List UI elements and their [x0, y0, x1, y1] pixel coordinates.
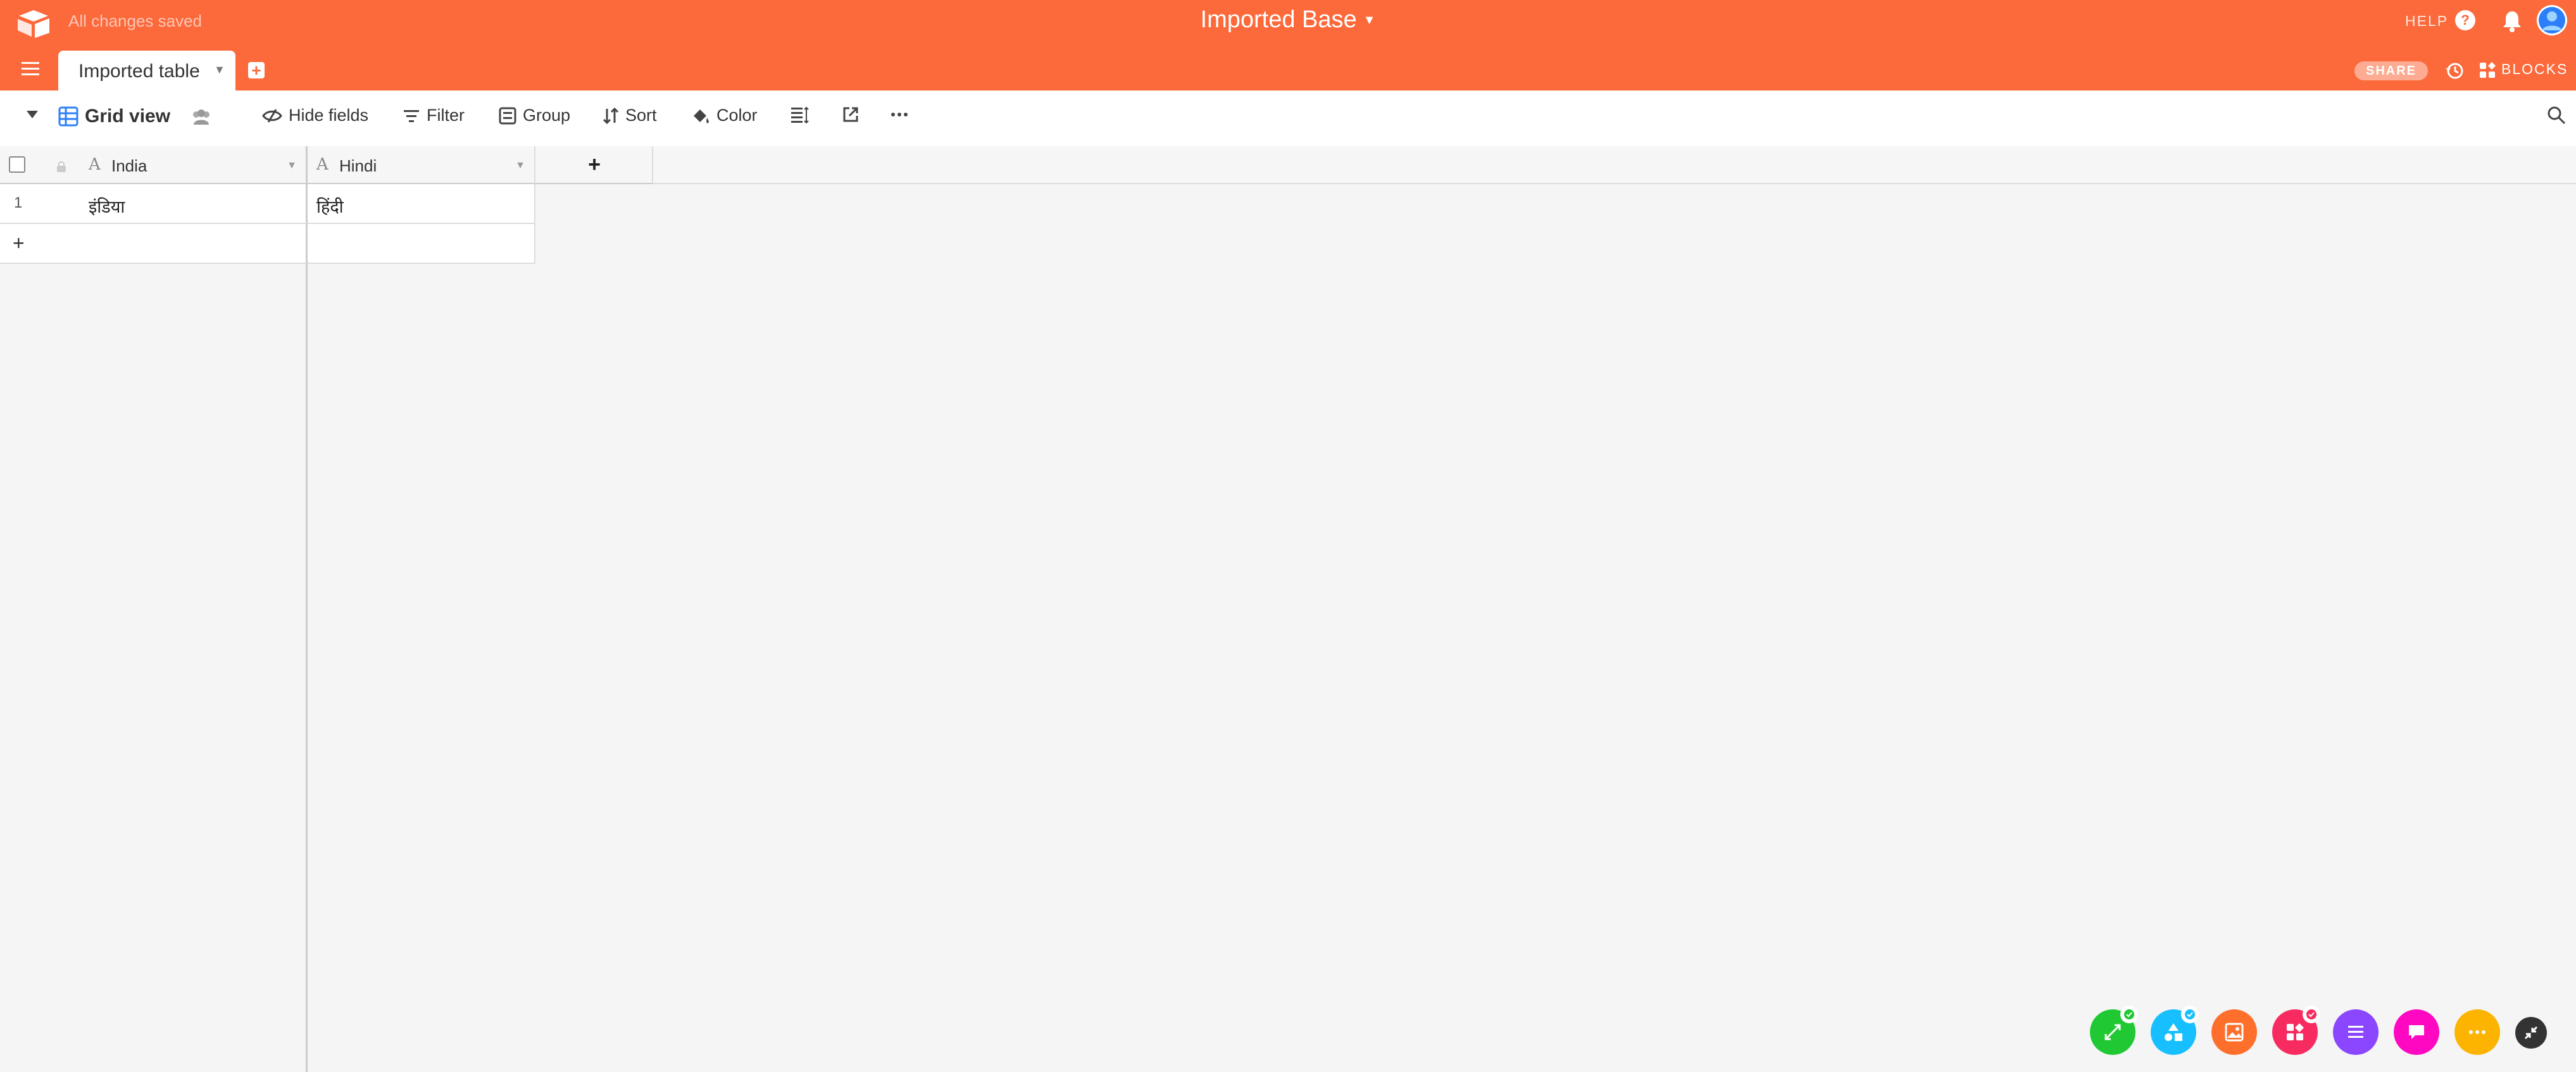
- share-button[interactable]: SHARE: [2354, 61, 2428, 80]
- check-badge-icon: [2303, 1006, 2320, 1023]
- header-filler: [653, 146, 2576, 184]
- add-row-cell[interactable]: [308, 224, 535, 264]
- chat-bubble-icon: [2409, 1025, 2424, 1039]
- list-icon: [2348, 1026, 2363, 1038]
- text-field-icon: A: [89, 155, 101, 174]
- hide-fields-label: Hide fields: [289, 106, 369, 125]
- check-badge-icon: [2120, 1006, 2138, 1023]
- filter-button[interactable]: Filter: [403, 106, 465, 125]
- cell-hindi[interactable]: हिंदी: [316, 194, 344, 218]
- color-label: Color: [716, 106, 758, 125]
- view-toolbar: Grid view Hide fields Filter Group Sort: [0, 90, 2576, 147]
- views-sidebar-toggle[interactable]: [25, 109, 39, 120]
- people-icon: [193, 109, 209, 125]
- apps-icon: [2287, 1023, 2304, 1040]
- column-header-hindi[interactable]: A Hindi ▼: [308, 146, 535, 184]
- block-list-button[interactable]: [2333, 1009, 2379, 1055]
- blocks-button[interactable]: BLOCKS: [2479, 61, 2568, 79]
- eye-slash-icon: [262, 108, 282, 123]
- airtable-logo-icon[interactable]: [16, 9, 51, 38]
- ellipsis-icon: [891, 113, 908, 116]
- grid-view-icon: [58, 106, 78, 127]
- row-number: 1: [14, 194, 23, 211]
- chevron-down-icon[interactable]: ▼: [515, 160, 525, 171]
- block-apps-button[interactable]: [2272, 1006, 2320, 1055]
- add-field-button[interactable]: +: [535, 146, 653, 184]
- blocks-icon: [2480, 61, 2496, 78]
- caret-down-icon: [27, 111, 38, 118]
- share-view-button[interactable]: [842, 106, 860, 123]
- paint-bucket-icon: [694, 109, 709, 123]
- plus-icon: +: [588, 153, 601, 177]
- external-link-icon: [843, 107, 858, 122]
- block-more-button[interactable]: [2454, 1009, 2500, 1055]
- filter-icon: [404, 109, 419, 122]
- frozen-column-area: [0, 184, 308, 1072]
- top-bar: All changes saved Imported Base ▼ HELP ? …: [0, 0, 2576, 90]
- help-icon[interactable]: ?: [2455, 10, 2475, 30]
- view-name: Grid view: [85, 106, 171, 127]
- expand-arrows-icon: [2104, 1024, 2121, 1040]
- check-badge-icon: [2181, 1006, 2199, 1023]
- save-status: All changes saved: [68, 11, 203, 30]
- group-label: Group: [523, 106, 571, 125]
- chevron-down-icon[interactable]: ▼: [214, 63, 225, 77]
- filter-label: Filter: [427, 106, 465, 125]
- lock-icon: [57, 161, 66, 172]
- base-name[interactable]: Imported Base ▼: [1044, 6, 1532, 34]
- row-height-icon: [791, 106, 809, 123]
- collaborators-icon[interactable]: [190, 108, 213, 126]
- chevron-down-icon: ▼: [1363, 13, 1376, 28]
- avatar[interactable]: [2537, 5, 2567, 35]
- tab-label: Imported table: [78, 61, 200, 82]
- collapse-arrows-icon: [2524, 1026, 2538, 1040]
- group-icon: [499, 107, 516, 124]
- bell-icon[interactable]: [2501, 9, 2523, 33]
- column-name-hindi: Hindi: [339, 156, 377, 175]
- block-comment-button[interactable]: [2394, 1009, 2439, 1055]
- sort-button[interactable]: Sort: [603, 106, 657, 125]
- tab-imported-table[interactable]: Imported table ▼: [58, 51, 235, 90]
- sort-label: Sort: [625, 106, 657, 125]
- table-row[interactable]: 1 इंडिया: [0, 184, 308, 224]
- hamburger-menu-icon[interactable]: [22, 62, 39, 76]
- plus-icon: +: [13, 232, 25, 254]
- text-field-icon: A: [316, 155, 328, 174]
- shapes-icon: [2165, 1023, 2182, 1041]
- view-switcher[interactable]: Grid view: [58, 106, 170, 127]
- block-image-button[interactable]: [2211, 1009, 2257, 1055]
- chevron-down-icon[interactable]: ▼: [287, 160, 297, 171]
- history-icon[interactable]: [2444, 61, 2465, 81]
- cell-india[interactable]: इंडिया: [89, 194, 125, 218]
- primary-column-header[interactable]: A India ▼: [0, 146, 308, 184]
- help-button[interactable]: HELP: [2405, 13, 2448, 30]
- ellipsis-icon: [2469, 1030, 2485, 1034]
- row-height-button[interactable]: [790, 106, 809, 123]
- search-icon: [2548, 106, 2566, 125]
- search-button[interactable]: [2547, 106, 2566, 125]
- add-table-button[interactable]: +: [248, 62, 265, 78]
- collapse-blocks-button[interactable]: [2515, 1017, 2547, 1049]
- hide-fields-button[interactable]: Hide fields: [262, 106, 368, 125]
- user-avatar-icon: [2537, 5, 2567, 35]
- more-options-button[interactable]: [890, 106, 909, 123]
- image-icon: [2225, 1023, 2244, 1042]
- add-row-button[interactable]: +: [0, 224, 308, 264]
- table-cell[interactable]: हिंदी: [308, 184, 535, 224]
- block-expand-button[interactable]: [2090, 1006, 2138, 1055]
- sort-icon: [603, 107, 619, 124]
- grid-area: A India ▼ A Hindi ▼ + 1 इंडिया हिंदी +: [0, 146, 2576, 1072]
- group-button[interactable]: Group: [499, 106, 570, 125]
- blocks-label: BLOCKS: [2501, 61, 2568, 77]
- color-button[interactable]: Color: [691, 106, 758, 125]
- block-shapes-button[interactable]: [2151, 1006, 2199, 1055]
- base-name-label: Imported Base: [1200, 6, 1357, 33]
- column-name-india: India: [111, 156, 147, 175]
- select-all-checkbox[interactable]: [9, 156, 25, 173]
